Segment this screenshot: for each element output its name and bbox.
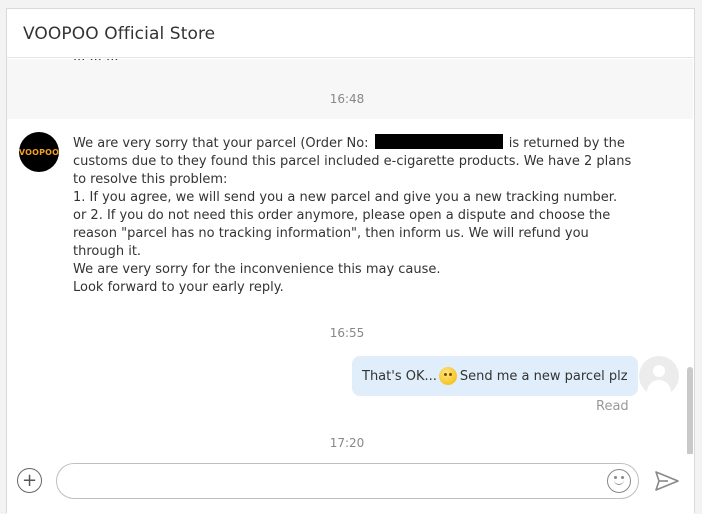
user-icon: [653, 365, 665, 377]
user-avatar[interactable]: [639, 356, 679, 396]
add-attachment-button[interactable]: +: [17, 468, 42, 493]
send-icon: [655, 471, 679, 491]
store-message-intro: We are very sorry that your parcel (Orde…: [73, 134, 632, 187]
previous-message-area: ... ... ...: [7, 59, 693, 119]
smile-icon-mouth: [614, 479, 624, 485]
emoji-button[interactable]: [607, 469, 631, 493]
message-list[interactable]: ... ... ... 16:48 VOOPOO We are very sor…: [7, 59, 694, 454]
store-message-line: Look forward to your early reply.: [73, 280, 284, 295]
timestamp: 16:55: [329, 326, 365, 340]
store-message-line: We are very sorry for the inconvenience …: [73, 262, 441, 277]
store-message-line: 1. If you agree, we will send you a new …: [73, 190, 618, 205]
store-logo: VOOPOO: [18, 147, 60, 157]
user-icon-body: [647, 380, 671, 396]
my-message-text: Send me a new parcel plz: [459, 368, 628, 384]
plus-icon: +: [21, 469, 38, 491]
chat-window: VOOPOO Official Store ... ... ... 16:48 …: [6, 8, 695, 514]
flushed-face-icon: [438, 367, 457, 385]
timestamp: 17:20: [329, 436, 365, 450]
store-message: We are very sorry that your parcel (Orde…: [73, 134, 633, 297]
composer: +: [7, 456, 694, 514]
store-message-line: or 2. If you do not need this order anym…: [73, 208, 611, 259]
read-status: Read: [596, 399, 629, 414]
timestamp: 16:48: [329, 92, 365, 106]
previous-message-partial: ... ... ...: [73, 59, 118, 64]
chat-header: VOOPOO Official Store: [7, 9, 694, 58]
my-message-bubble: That's OK... Send me a new parcel plz: [352, 356, 638, 396]
send-button[interactable]: [655, 471, 679, 491]
my-message-text: That's OK...: [362, 368, 437, 384]
store-title: VOOPOO Official Store: [23, 24, 216, 44]
scrollbar-thumb[interactable]: [687, 367, 693, 454]
message-input[interactable]: [56, 463, 639, 499]
redacted-order-number: [374, 134, 503, 149]
store-avatar[interactable]: VOOPOO: [19, 132, 59, 172]
